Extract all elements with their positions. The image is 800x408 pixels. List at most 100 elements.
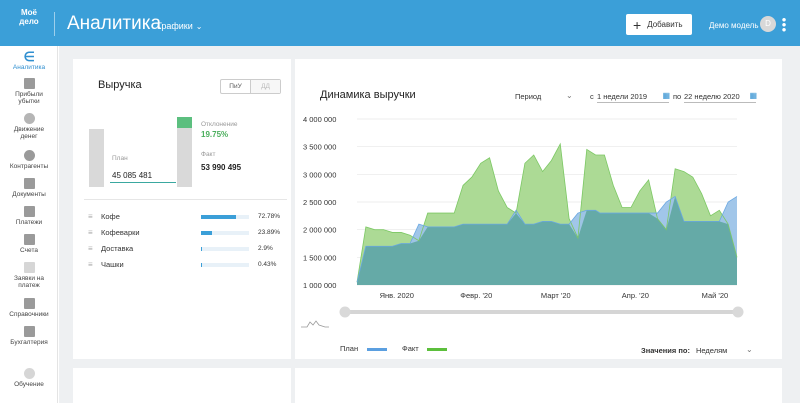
category-share-fill — [201, 263, 202, 267]
contractors-icon — [23, 150, 35, 161]
category-percent: 72.78% — [258, 213, 281, 220]
page-title: Аналитика — [67, 13, 162, 34]
category-percent: 23.89% — [258, 229, 281, 236]
sidebar-item-payment-requests[interactable]: Заявки на платеж — [0, 262, 58, 289]
plus-icon: + — [633, 16, 642, 33]
sidebar-item-label: Обучение — [14, 381, 44, 388]
y-tick-label: 2 000 000 — [303, 226, 336, 235]
section-dropdown-label: Графики — [157, 21, 193, 31]
deviation-bar — [177, 117, 192, 128]
invoices-icon — [23, 234, 35, 245]
sidebar-item-payments[interactable]: Платежи — [0, 206, 58, 226]
sidebar-item-label: Движение денег — [13, 126, 45, 140]
x-tick-label: Янв. 2020 — [380, 291, 414, 300]
range-slider-start-handle — [339, 306, 351, 318]
sidebar-item-analytics[interactable]: ∈ Аналитика — [0, 50, 58, 71]
fact-label: Факт — [201, 151, 216, 158]
logo-line-2: дело — [19, 17, 39, 26]
section-dropdown[interactable]: Графики ⌄ — [157, 21, 202, 31]
deviation-value: 19.75% — [201, 130, 229, 139]
documents-icon — [23, 178, 35, 189]
list-item[interactable]: ≡ Чашки 0.43% — [88, 259, 288, 271]
payment-requests-icon — [23, 262, 35, 273]
learning-icon — [23, 368, 35, 379]
x-tick-label: Май '20 — [702, 291, 729, 300]
mini-chart-icon — [301, 320, 329, 328]
sidebar: ∈ Аналитика Прибыли убытки Движение дене… — [0, 46, 58, 403]
sidebar-item-label: Справочники — [9, 311, 49, 318]
list-item[interactable]: ≡ Кофе 72.78% — [88, 211, 288, 223]
category-percent: 0.43% — [258, 261, 277, 268]
legend-item-plan[interactable]: План — [340, 344, 387, 353]
plan-box: План 45 085 481 — [104, 129, 176, 187]
sidebar-item-documents[interactable]: Документы — [0, 178, 58, 198]
fact-value: 53 990 495 — [201, 163, 242, 172]
sidebar-item-label: Счета — [20, 247, 38, 254]
category-share-bar — [201, 263, 249, 267]
legend-item-fact[interactable]: Факт — [402, 344, 447, 353]
sidebar-item-cash-flow[interactable]: Движение денег — [0, 113, 58, 140]
deviation-label: Отклонение — [201, 121, 238, 128]
category-share-fill — [201, 215, 236, 219]
plan-bar — [89, 129, 104, 187]
add-button-label: Добавить — [647, 20, 683, 29]
payments-icon — [23, 206, 35, 217]
logo-divider — [54, 12, 55, 36]
bottom-card-right — [295, 368, 782, 408]
drag-handle-icon[interactable]: ≡ — [88, 228, 93, 237]
sidebar-item-label: Контрагенты — [9, 163, 49, 170]
bottom-card-left — [73, 368, 291, 408]
category-name: Кофе — [101, 212, 120, 221]
divider — [84, 199, 287, 200]
revenue-card: Выручка ПиУ ДД План 45 085 481 Отклонени… — [73, 59, 291, 359]
category-share-fill — [201, 231, 212, 235]
profit-loss-icon — [23, 78, 35, 89]
category-percent: 2.9% — [258, 245, 273, 252]
sidebar-item-learning[interactable]: Обучение — [0, 368, 58, 388]
drag-handle-icon[interactable]: ≡ — [88, 212, 93, 221]
category-share-bar — [201, 215, 249, 219]
y-tick-label: 4 000 000 — [303, 115, 336, 124]
sidebar-item-label: Бухгалтерия — [10, 339, 48, 346]
drag-handle-icon[interactable]: ≡ — [88, 260, 93, 269]
plan-label: План — [112, 155, 128, 162]
sidebar-item-label: Платежи — [15, 219, 43, 226]
chevron-down-icon: ⌄ — [195, 22, 203, 31]
more-menu-icon[interactable]: • • • — [781, 13, 787, 36]
add-button[interactable]: + Добавить — [626, 14, 692, 35]
plan-value-input[interactable]: 45 085 481 — [110, 171, 176, 183]
sidebar-item-profit-loss[interactable]: Прибыли убытки — [0, 78, 58, 105]
report-type-toggle[interactable]: ПиУ ДД — [220, 79, 281, 94]
sidebar-item-directories[interactable]: Справочники — [0, 298, 58, 318]
list-item[interactable]: ≡ Доставка 2.9% — [88, 243, 288, 255]
sidebar-item-contractors[interactable]: Контрагенты — [0, 150, 58, 170]
category-name: Чашки — [101, 260, 124, 269]
accounting-icon — [23, 326, 35, 337]
values-by-select[interactable]: Неделям ⌄ — [696, 345, 756, 355]
category-share-bar — [201, 231, 249, 235]
sidebar-item-accounting[interactable]: Бухгалтерия — [0, 326, 58, 346]
y-tick-label: 3 000 000 — [303, 170, 336, 179]
legend-label: План — [340, 344, 359, 353]
revenue-chart: 4 000 000 3 500 000 3 000 000 2 500 000 2 00… — [301, 115, 744, 328]
category-share-fill — [201, 247, 202, 251]
toggle-pnl[interactable]: ПиУ — [221, 80, 250, 93]
sidebar-item-label: Документы — [12, 191, 46, 198]
avatar[interactable]: D — [760, 16, 776, 32]
drag-handle-icon[interactable]: ≡ — [88, 244, 93, 253]
cash-flow-icon — [23, 113, 35, 124]
category-name: Кофеварки — [101, 228, 140, 237]
directories-icon — [23, 298, 35, 309]
logo[interactable]: Моё дело — [9, 8, 49, 38]
toggle-cashflow[interactable]: ДД — [250, 80, 280, 93]
y-tick-label: 1 000 000 — [303, 281, 336, 290]
sidebar-item-label: Аналитика — [12, 64, 46, 71]
logo-line-1: Моё — [21, 8, 37, 17]
category-name: Доставка — [101, 244, 134, 253]
user-name[interactable]: Демо модель — [709, 21, 759, 30]
values-by-label: Значения по: — [641, 346, 690, 355]
list-item[interactable]: ≡ Кофеварки 23.89% — [88, 227, 288, 239]
y-tick-label: 3 500 000 — [303, 143, 336, 152]
sidebar-item-invoices[interactable]: Счета — [0, 234, 58, 254]
values-by-value: Неделям — [696, 346, 728, 355]
